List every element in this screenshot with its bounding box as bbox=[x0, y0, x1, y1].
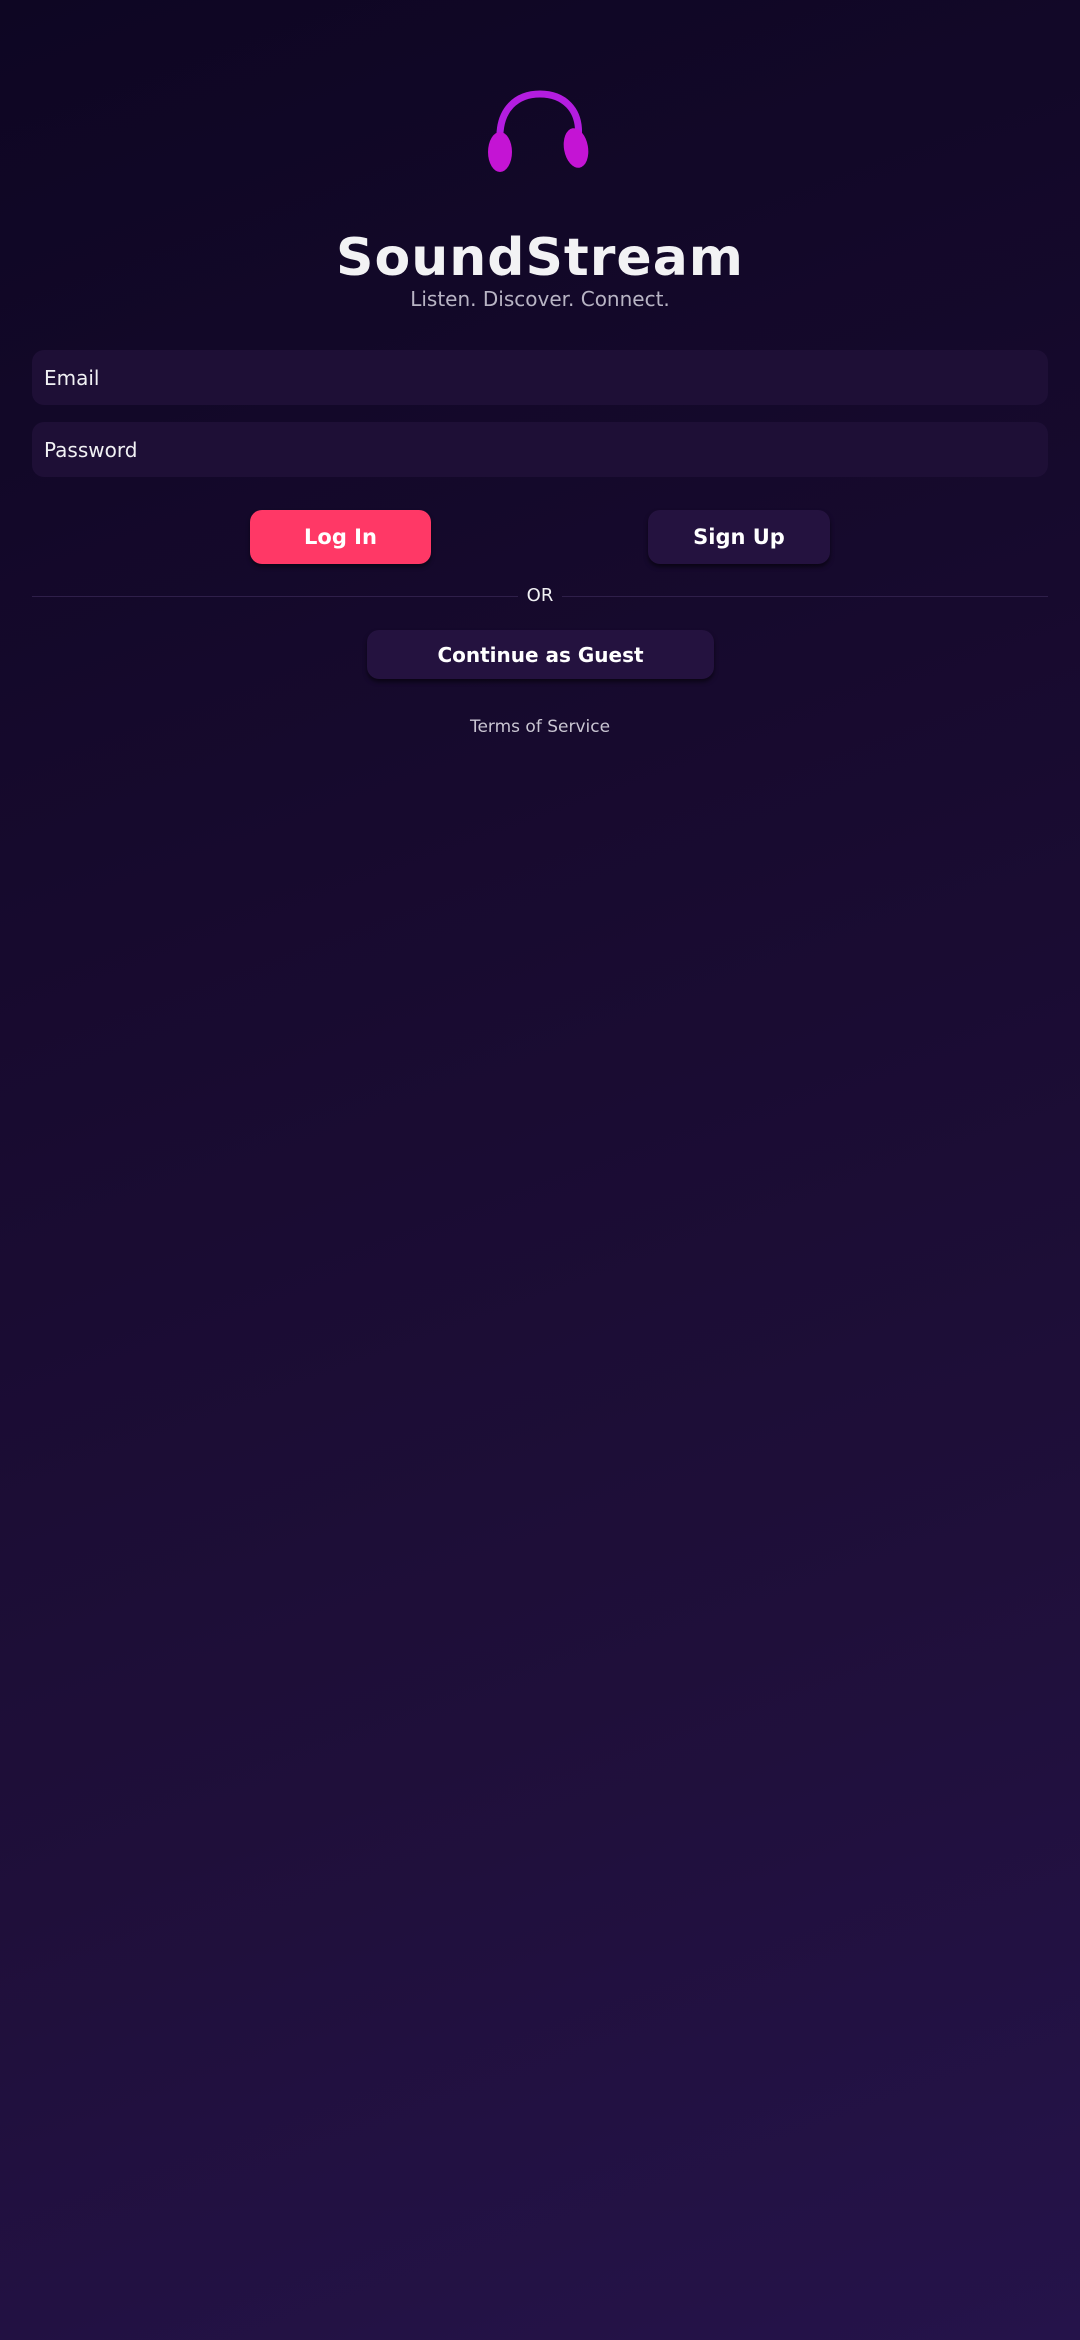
divider-line-right bbox=[562, 596, 1048, 597]
divider-label: OR bbox=[526, 585, 554, 606]
terms-link[interactable]: Terms of Service bbox=[0, 716, 1080, 738]
app-title: SoundStream bbox=[336, 228, 744, 288]
divider-line-left bbox=[32, 596, 518, 597]
password-placeholder: Password bbox=[44, 437, 138, 462]
email-field[interactable]: Email bbox=[32, 350, 1048, 405]
app-tagline: Listen. Discover. Connect. bbox=[410, 287, 670, 311]
headphones-icon bbox=[488, 90, 589, 172]
signup-button[interactable]: Sign Up bbox=[648, 510, 830, 564]
login-button[interactable]: Log In bbox=[250, 510, 431, 564]
continue-as-guest-button[interactable]: Continue as Guest bbox=[367, 630, 714, 679]
email-placeholder: Email bbox=[44, 365, 100, 390]
password-field[interactable]: Password bbox=[32, 422, 1048, 477]
